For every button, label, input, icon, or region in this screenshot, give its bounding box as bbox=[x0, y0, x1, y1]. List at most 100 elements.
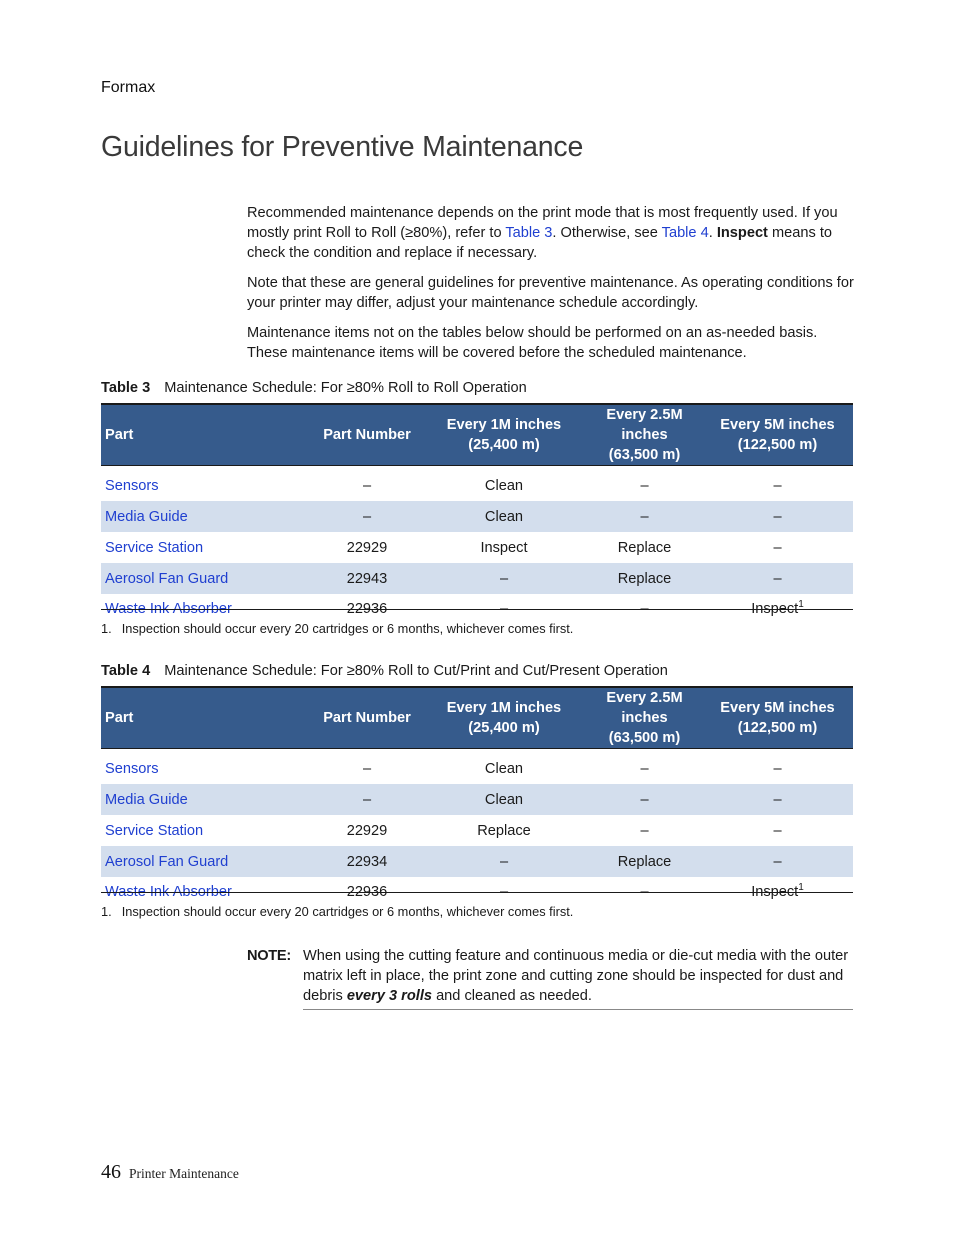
cell-2-5m: – bbox=[640, 791, 649, 808]
part-number: 22934 bbox=[346, 853, 388, 870]
intro-text: . Otherwise, see bbox=[552, 225, 662, 241]
part-link[interactable]: Sensors bbox=[105, 478, 159, 494]
cell-2-5m: – bbox=[640, 884, 649, 899]
footnote-text: Inspection should occur every 20 cartrid… bbox=[121, 621, 574, 636]
cell-1m: Clean bbox=[484, 508, 524, 525]
page-footer: 46 Printer Maintenance bbox=[101, 1161, 239, 1184]
part-number: – bbox=[362, 508, 372, 525]
table-row: Service Station 22929 Inspect Replace – bbox=[101, 532, 853, 563]
column-header-2-5m: Every 2.5M inches (63,500 m) bbox=[606, 690, 683, 746]
table-label: Table 4 bbox=[101, 663, 151, 679]
table-4-caption: Table 4 Maintenance Schedule: For ≥80% Ro… bbox=[101, 663, 668, 679]
cell-2-5m: – bbox=[640, 508, 649, 525]
cell-1m: – bbox=[499, 570, 509, 587]
part-number: – bbox=[362, 791, 372, 808]
cell-2-5m: Replace bbox=[617, 853, 672, 870]
running-head: Formax bbox=[101, 79, 156, 96]
cell-5m: – bbox=[773, 760, 782, 777]
cell-2-5m: – bbox=[640, 760, 649, 777]
table-header-row: Part Part Number Every 1M inches (25,400 … bbox=[101, 404, 853, 466]
column-header-part-number: Part Number bbox=[323, 710, 411, 726]
column-header-5m: Every 5M inches (122,500 m) bbox=[720, 700, 835, 736]
table-row: Sensors – Clean – – bbox=[101, 466, 853, 502]
cell-1m: Clean bbox=[484, 791, 524, 808]
table-4: Part Part Number Every 1M inches (25,400 … bbox=[101, 686, 853, 907]
table-3-footnote: 1. Inspection should occur every 20 cartr… bbox=[101, 621, 573, 636]
cell-2-5m: – bbox=[640, 822, 649, 839]
part-number: 22929 bbox=[346, 822, 388, 839]
part-link[interactable]: Media Guide bbox=[105, 509, 188, 525]
cell-5m: – bbox=[773, 570, 782, 587]
cell-5m: – bbox=[773, 477, 782, 494]
table-4-bottom-rule bbox=[101, 892, 853, 893]
table-row: Aerosol Fan Guard 22943 – Replace – bbox=[101, 563, 853, 594]
footnote-text: Inspection should occur every 20 cartrid… bbox=[121, 904, 574, 919]
table-row: Media Guide – Clean – – bbox=[101, 784, 853, 815]
note-bottom-rule bbox=[303, 1009, 853, 1010]
cell-1m: – bbox=[499, 884, 509, 899]
note-label: NOTE: bbox=[247, 948, 291, 964]
emphasis: every 3 rolls bbox=[346, 988, 433, 1004]
section-name: Printer Maintenance bbox=[129, 1166, 239, 1181]
table-title: Maintenance Schedule: For ≥80% Roll to R… bbox=[164, 380, 527, 396]
intro-text: . bbox=[708, 225, 717, 241]
cell-5m: Inspect1 bbox=[751, 600, 804, 616]
part-number: 22936 bbox=[346, 884, 388, 899]
page-title: Guidelines for Preventive Maintenance bbox=[101, 131, 584, 163]
cell-5m: – bbox=[773, 508, 782, 525]
table-row: Service Station 22929 Replace – – bbox=[101, 815, 853, 846]
cell-1m: Clean bbox=[484, 760, 524, 777]
table-header-row: Part Part Number Every 1M inches (25,400 … bbox=[101, 687, 853, 749]
part-number: – bbox=[362, 477, 372, 494]
cell-1m: Replace bbox=[477, 822, 531, 839]
column-header-5m: Every 5M inches (122,500 m) bbox=[720, 417, 835, 453]
column-header-1m: Every 1M inches (25,400 m) bbox=[446, 417, 562, 453]
column-header-part-number: Part Number bbox=[323, 427, 411, 443]
table-4-link[interactable]: Table 4 bbox=[662, 225, 709, 241]
cell-1m: – bbox=[499, 853, 509, 870]
cell-1m: Inspect bbox=[480, 539, 528, 556]
part-number: 22943 bbox=[346, 570, 388, 587]
table-label: Table 3 bbox=[101, 380, 151, 396]
cell-5m: – bbox=[773, 791, 782, 808]
column-header-part: Part bbox=[105, 427, 134, 443]
cell-5m: – bbox=[773, 853, 782, 870]
part-link[interactable]: Media Guide bbox=[105, 792, 188, 808]
intro-paragraph-1: Recommended maintenance depends on the p… bbox=[247, 203, 857, 263]
table-3: Part Part Number Every 1M inches (25,400 … bbox=[101, 403, 853, 624]
cell-5m: Inspect1 bbox=[751, 883, 804, 899]
cell-5m: – bbox=[773, 822, 782, 839]
part-link[interactable]: Sensors bbox=[105, 761, 159, 777]
column-header-1m: Every 1M inches (25,400 m) bbox=[446, 700, 562, 736]
intro-paragraph-3: Maintenance items not on the tables belo… bbox=[247, 323, 857, 363]
table-4-footnote: 1. Inspection should occur every 20 cartr… bbox=[101, 904, 573, 919]
footnote-number: 1. bbox=[101, 904, 112, 919]
table-row: Aerosol Fan Guard 22934 – Replace – bbox=[101, 846, 853, 877]
part-number: 22936 bbox=[346, 601, 388, 616]
intro-paragraph-2: Note that these are general guidelines f… bbox=[247, 273, 857, 313]
intro-text: Maintenance items not on the tables belo… bbox=[247, 325, 818, 361]
table-title: Maintenance Schedule: For ≥80% Roll to C… bbox=[164, 663, 668, 679]
inspect-term: Inspect bbox=[716, 225, 768, 241]
table-row: Sensors – Clean – – bbox=[101, 749, 853, 785]
table-3-caption: Table 3 Maintenance Schedule: For ≥80% Ro… bbox=[101, 380, 527, 396]
note-body: When using the cutting feature and conti… bbox=[303, 948, 849, 1004]
cell-2-5m: Replace bbox=[617, 570, 672, 587]
part-link[interactable]: Aerosol Fan Guard bbox=[105, 571, 228, 587]
part-number: 22929 bbox=[346, 539, 388, 556]
part-number: – bbox=[362, 760, 372, 777]
table-3-bottom-rule bbox=[101, 609, 853, 610]
column-header-part: Part bbox=[105, 710, 134, 726]
table-3-link[interactable]: Table 3 bbox=[505, 225, 552, 241]
table-row: Media Guide – Clean – – bbox=[101, 501, 853, 532]
footnote-number: 1. bbox=[101, 621, 112, 636]
cell-5m: – bbox=[773, 539, 782, 556]
part-link[interactable]: Service Station bbox=[105, 823, 203, 839]
intro-text: Note that these are general guidelines f… bbox=[247, 275, 854, 311]
part-link[interactable]: Aerosol Fan Guard bbox=[105, 854, 228, 870]
page-number: 46 bbox=[101, 1161, 121, 1183]
cell-1m: – bbox=[499, 601, 509, 616]
cell-1m: Clean bbox=[484, 477, 524, 494]
cell-2-5m: – bbox=[640, 601, 649, 616]
part-link[interactable]: Service Station bbox=[105, 540, 203, 556]
